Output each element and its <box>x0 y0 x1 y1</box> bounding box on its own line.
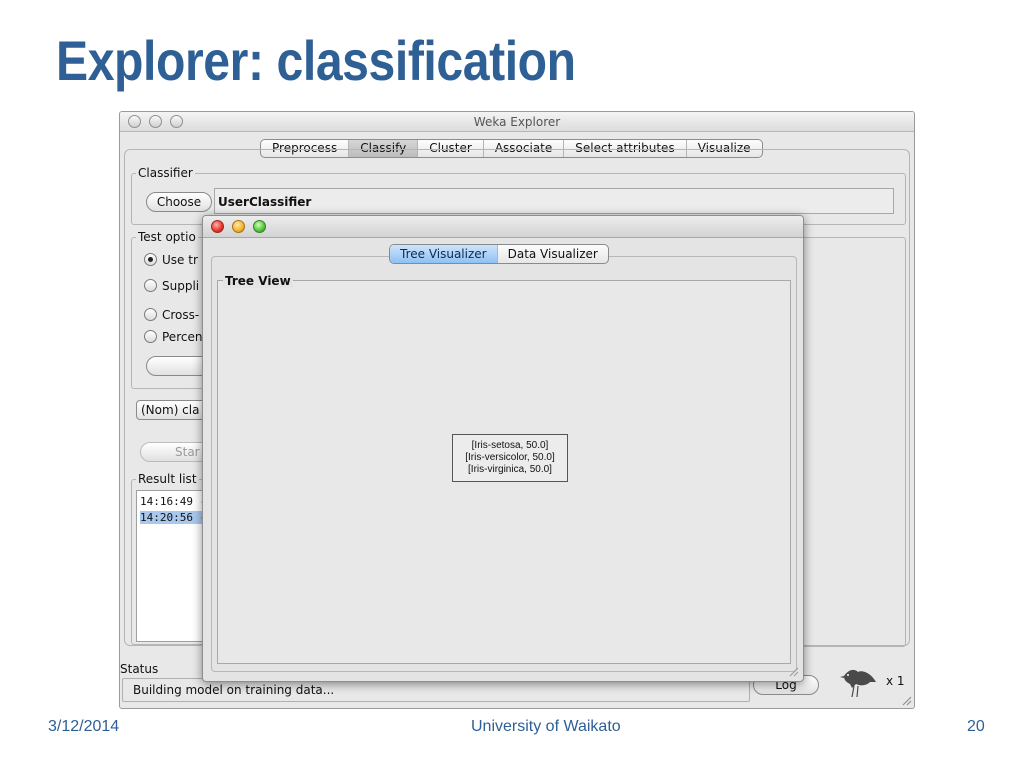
radio-button[interactable] <box>144 308 157 321</box>
footer-institution: University of Waikato <box>471 718 621 735</box>
radio-percentage-split[interactable]: Percen <box>144 330 202 344</box>
status-label: Status <box>120 662 159 676</box>
task-count: x 1 <box>886 674 905 688</box>
weka-bird-icon <box>840 669 876 698</box>
status-text: Building model on training data... <box>133 683 335 697</box>
test-options-label: Test optio <box>136 230 198 244</box>
list-item[interactable]: 14:16:49 - <box>140 495 206 508</box>
radio-label: Use tr <box>162 253 198 267</box>
list-item-selected[interactable]: 14:20:56 - <box>140 511 207 524</box>
classifier-group-label: Classifier <box>136 166 195 180</box>
radio-label: Cross- <box>162 308 200 322</box>
tree-root-node[interactable]: [Iris-setosa, 50.0] [Iris-versicolor, 50… <box>452 434 568 482</box>
window-title: Weka Explorer <box>473 115 561 129</box>
visualizer-tab-bar: Tree Visualizer Data Visualizer <box>389 244 609 264</box>
main-title-bar[interactable]: Weka Explorer <box>120 112 914 132</box>
radio-button[interactable] <box>144 279 157 292</box>
node-line-setosa: [Iris-setosa, 50.0] <box>471 440 549 451</box>
radio-label: Percen <box>162 330 203 344</box>
tab-data-visualizer[interactable]: Data Visualizer <box>498 245 608 263</box>
tree-title-bar[interactable] <box>203 216 803 238</box>
tab-tree-visualizer[interactable]: Tree Visualizer <box>390 245 498 263</box>
resize-grip-icon[interactable] <box>787 665 799 677</box>
resize-grip-icon[interactable] <box>900 694 912 706</box>
close-icon[interactable] <box>211 220 224 233</box>
radio-button[interactable] <box>144 253 157 266</box>
tree-view-label: Tree View <box>223 274 293 288</box>
radio-cross-validation[interactable]: Cross- <box>144 308 199 322</box>
tree-visualizer-window: Tree Visualizer Data Visualizer Tree Vie… <box>202 215 804 682</box>
radio-use-training-set[interactable]: Use tr <box>144 253 198 267</box>
minimize-icon[interactable] <box>232 220 245 233</box>
slide-title: Explorer: classification <box>56 29 576 92</box>
zoom-icon[interactable] <box>253 220 266 233</box>
node-line-virginica: [Iris-virginica, 50.0] <box>468 464 552 475</box>
classifier-field[interactable] <box>214 188 894 214</box>
node-line-versicolor: [Iris-versicolor, 50.0] <box>465 452 555 463</box>
radio-supplied-test-set[interactable]: Suppli <box>144 279 199 293</box>
result-list-label: Result list <box>136 472 199 486</box>
page-number: 20 <box>967 718 985 735</box>
classifier-name: UserClassifier <box>218 195 312 209</box>
radio-button[interactable] <box>144 330 157 343</box>
footer-date: 3/12/2014 <box>48 718 120 735</box>
radio-label: Suppli <box>162 279 200 293</box>
choose-button[interactable]: Choose <box>146 192 212 212</box>
classifier-output-group <box>800 237 906 647</box>
